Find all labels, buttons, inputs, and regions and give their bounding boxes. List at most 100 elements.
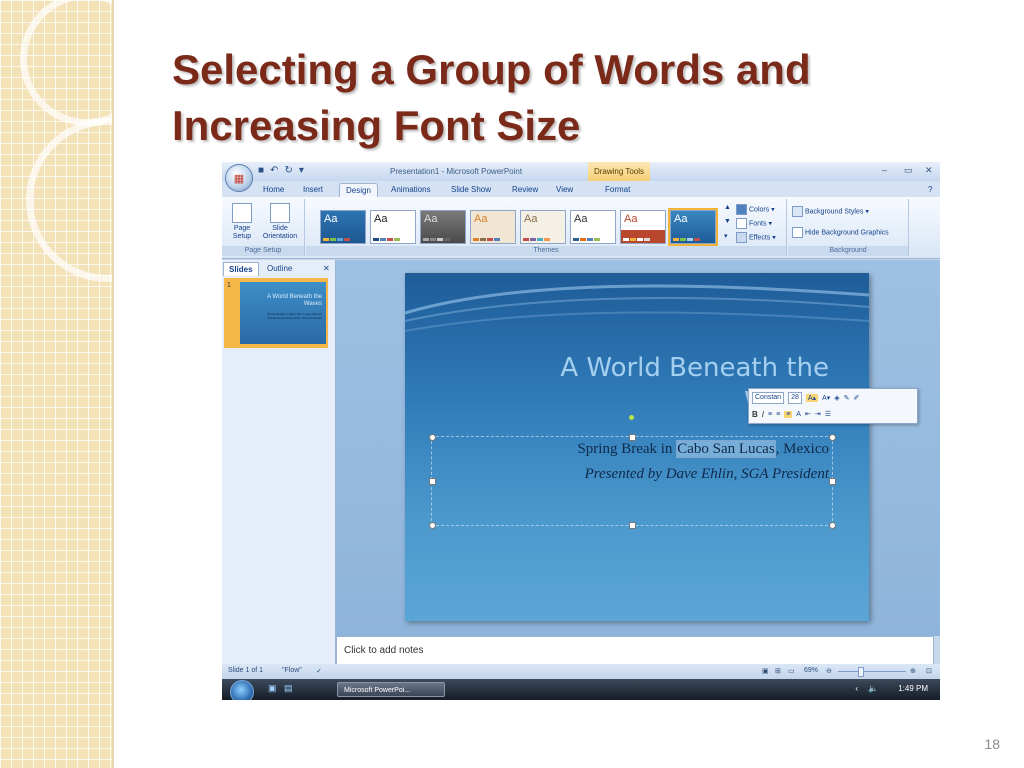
page-setup-button[interactable]: Page Setup xyxy=(228,203,256,241)
tab-home[interactable]: Home xyxy=(257,183,290,197)
slide-orientation-icon xyxy=(270,203,290,223)
show-desktop-icon[interactable]: ▣ xyxy=(268,683,277,694)
theme-thumbnail[interactable]: Aa xyxy=(320,210,366,244)
tab-insert[interactable]: Insert xyxy=(297,183,329,197)
bold-icon[interactable]: B xyxy=(752,410,758,419)
slideshow-view-icon[interactable]: ▭ xyxy=(788,667,795,675)
decorative-grid-band xyxy=(0,0,114,768)
slide-thumbnail-selected[interactable]: 1 A World Beneath the Waves Spring Break… xyxy=(224,278,328,348)
help-icon[interactable]: ? xyxy=(922,183,938,197)
align-right-icon[interactable]: ≡ xyxy=(784,410,793,418)
subtitle-line-2[interactable]: Presented by Dave Ehlin, SGA President xyxy=(585,466,829,483)
page-setup-icon xyxy=(232,203,252,223)
tab-design[interactable]: Design xyxy=(339,183,378,198)
tab-format[interactable]: Format xyxy=(599,183,636,197)
colors-button[interactable]: Colors ▾ xyxy=(736,204,775,215)
italic-icon[interactable]: I xyxy=(762,410,764,419)
zoom-out-icon[interactable]: ⊖ xyxy=(826,667,832,675)
font-size-box[interactable]: 28 xyxy=(788,392,802,404)
background-group: Background Styles ▾ Hide Background Grap… xyxy=(788,199,909,256)
theme-thumbnail[interactable]: Aa xyxy=(470,210,516,244)
theme-thumbnail[interactable]: Aa xyxy=(520,210,566,244)
slide-thumbnail: A World Beneath the Waves Spring Break i… xyxy=(240,282,326,344)
notes-pane[interactable]: Click to add notes xyxy=(336,636,934,666)
theme-thumbnail[interactable]: Aa xyxy=(370,210,416,244)
switch-windows-icon[interactable]: ▤ xyxy=(284,683,293,694)
decrease-indent-icon[interactable]: ⇤ xyxy=(805,410,811,418)
themes-more-icon[interactable]: ▾ xyxy=(724,232,728,240)
font-name-box[interactable]: Constan xyxy=(752,392,785,404)
tray-expand-icon[interactable]: ‹ xyxy=(855,684,858,693)
slide-orientation-button[interactable]: Slide Orientation xyxy=(258,203,302,241)
themes-scroll-up-icon[interactable]: ▲ xyxy=(724,204,731,211)
slide-number: 18 xyxy=(984,736,1000,752)
minimize-icon[interactable]: – xyxy=(882,165,887,175)
resize-handle[interactable] xyxy=(629,522,636,529)
font-color-icon[interactable]: A xyxy=(796,411,801,418)
ribbon-tabs: Home Insert Design Animations Slide Show… xyxy=(222,181,940,198)
rotation-handle[interactable] xyxy=(629,415,634,420)
normal-view-icon[interactable]: ▣ xyxy=(762,667,769,675)
tab-slides[interactable]: Slides xyxy=(223,262,259,276)
zoom-slider[interactable] xyxy=(838,671,906,672)
grow-font-icon[interactable]: A▴ xyxy=(805,394,819,402)
resize-handle[interactable] xyxy=(829,522,836,529)
close-icon[interactable]: ✕ xyxy=(925,165,933,176)
line-color-icon[interactable]: ✎ xyxy=(844,394,850,402)
window-title: Presentation1 - Microsoft PowerPoint xyxy=(390,167,523,176)
tab-outline[interactable]: Outline xyxy=(262,262,297,275)
resize-handle[interactable] xyxy=(629,434,636,441)
zoom-level[interactable]: 69% xyxy=(804,667,818,674)
zoom-slider-thumb[interactable] xyxy=(858,667,864,677)
start-button[interactable] xyxy=(230,680,254,700)
window-titlebar: ■ ↶ ↻ ▾ Presentation1 - Microsoft PowerP… xyxy=(222,162,940,181)
office-button[interactable]: ▦ xyxy=(225,164,253,192)
taskbar-powerpoint-button[interactable]: Microsoft PowerPoi... xyxy=(337,682,445,697)
fonts-button[interactable]: Fonts ▾ xyxy=(736,218,772,229)
spell-check-icon[interactable]: ✓ xyxy=(316,667,322,675)
wave-decoration xyxy=(405,284,869,332)
slide-editing-area: A World Beneath the Waves Spring Break i… xyxy=(336,260,940,636)
slide[interactable]: A World Beneath the Waves Spring Break i… xyxy=(405,273,869,621)
theme-thumbnail[interactable]: Aa xyxy=(420,210,466,244)
resize-handle[interactable] xyxy=(429,434,436,441)
tab-animations[interactable]: Animations xyxy=(385,183,437,197)
office-logo-icon: ▦ xyxy=(233,172,245,185)
bullets-icon[interactable]: ☰ xyxy=(825,410,831,418)
redo-icon[interactable]: ↻ xyxy=(284,165,292,176)
theme-thumbnail[interactable]: Aa xyxy=(570,210,616,244)
tab-view[interactable]: View xyxy=(550,183,579,197)
shrink-font-icon[interactable]: A▾ xyxy=(822,394,830,402)
themes-scroll-down-icon[interactable]: ▼ xyxy=(724,218,731,225)
resize-handle[interactable] xyxy=(429,478,436,485)
fit-to-window-icon[interactable]: ⊡ xyxy=(926,667,932,675)
resize-handle[interactable] xyxy=(829,434,836,441)
tab-review[interactable]: Review xyxy=(506,183,544,197)
decorative-ring xyxy=(20,0,112,126)
theme-thumbnail[interactable]: Aa xyxy=(620,210,666,244)
volume-icon[interactable]: 🔈 xyxy=(868,684,878,693)
undo-icon[interactable]: ↶ xyxy=(270,165,278,176)
background-styles-button[interactable]: Background Styles ▾ xyxy=(792,206,869,217)
zoom-in-icon[interactable]: ⊕ xyxy=(910,667,916,675)
windows-taskbar: ▣ ▤ Microsoft PowerPoi... ‹ 🔈 1:49 PM xyxy=(222,679,940,700)
effects-button[interactable]: Effects ▾ xyxy=(736,232,776,243)
restore-icon[interactable]: ▭ xyxy=(904,165,913,176)
subtitle-line-1[interactable]: Spring Break in Cabo San Lucas, Mexico xyxy=(577,440,829,458)
slide-sorter-icon[interactable]: ⊞ xyxy=(775,667,781,675)
hide-background-graphics-checkbox[interactable]: Hide Background Graphics xyxy=(792,227,889,238)
center-icon[interactable]: ≡ xyxy=(776,411,780,418)
tab-slide-show[interactable]: Slide Show xyxy=(445,183,497,197)
selected-text[interactable]: Cabo San Lucas xyxy=(676,440,776,458)
fill-color-icon[interactable]: ◈ xyxy=(834,394,839,402)
resize-handle[interactable] xyxy=(429,522,436,529)
align-left-icon[interactable]: ≡ xyxy=(768,411,772,418)
resize-handle[interactable] xyxy=(829,478,836,485)
customize-qat-icon[interactable]: ▾ xyxy=(299,165,304,176)
close-panel-icon[interactable]: ✕ xyxy=(318,262,335,275)
theme-thumbnail-selected[interactable]: Aa xyxy=(668,208,718,246)
format-painter-icon[interactable]: ✐ xyxy=(854,394,860,402)
increase-indent-icon[interactable]: ⇥ xyxy=(815,410,821,418)
slide-counter: Slide 1 of 1 xyxy=(228,667,264,674)
save-icon[interactable]: ■ xyxy=(258,165,264,176)
